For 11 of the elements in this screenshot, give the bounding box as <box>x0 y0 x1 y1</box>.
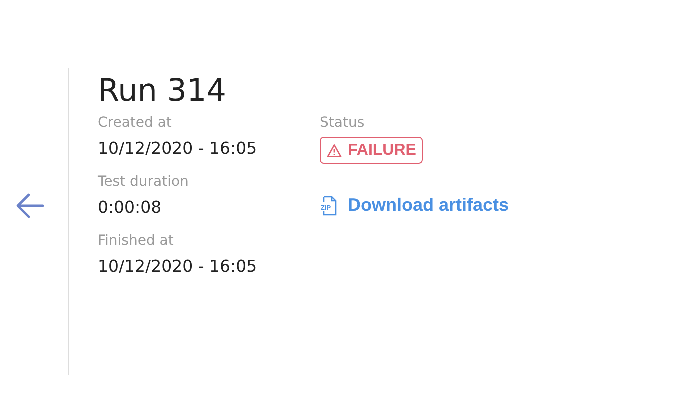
field-value: 10/12/2020 - 16:05 <box>98 256 258 278</box>
field-value: 10/12/2020 - 16:05 <box>98 138 258 160</box>
back-arrow-icon[interactable] <box>15 193 45 219</box>
warning-icon <box>327 144 342 158</box>
field-label: Created at <box>98 114 173 132</box>
status-badge: FAILURE <box>320 137 424 164</box>
field-label: Test duration <box>98 173 190 191</box>
run-title: Run 314 <box>98 72 228 110</box>
field-label: Finished at <box>98 232 175 250</box>
status-label: Status <box>320 114 366 132</box>
field-value: 0:00:08 <box>98 197 163 219</box>
